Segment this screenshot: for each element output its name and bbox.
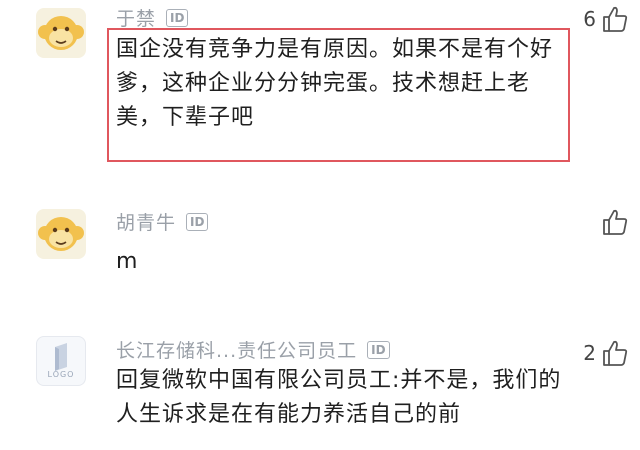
avatar[interactable]	[36, 8, 86, 58]
comment-item: LOGO 长江存储科...责任公司员工 ID 回复微软中国有限公司员工:并不是，…	[0, 318, 640, 450]
username[interactable]: 于禁	[116, 4, 156, 31]
like-button[interactable]: 2	[583, 338, 630, 368]
avatar-label: LOGO	[47, 370, 75, 379]
comment-text: 国企没有竞争力是有原因。如果不是有个好爹，这种企业分分钟完蛋。技术想赶上老美，下…	[116, 37, 554, 130]
username[interactable]: 胡青牛	[116, 208, 176, 235]
thumbs-up-icon	[603, 340, 628, 366]
thumbs-up-icon	[603, 6, 628, 32]
like-count: 2	[583, 341, 596, 365]
like-button[interactable]	[596, 207, 630, 237]
like-button[interactable]: 6	[583, 4, 630, 34]
monkey-icon	[36, 209, 86, 259]
id-badge: ID	[367, 340, 390, 359]
comment-text: 回复微软中国有限公司员工:并不是，我们的人生诉求是在有能力养活自己的前	[116, 368, 562, 427]
monkey-icon	[36, 8, 86, 58]
like-count: 6	[583, 7, 596, 31]
thumbs-up-icon	[603, 209, 628, 235]
id-badge: ID	[166, 8, 189, 27]
comment-item: 于禁 ID 国企没有竞争力是有原因。如果不是有个好爹，这种企业分分钟完蛋。技术想…	[0, 0, 640, 190]
comment-text: m	[116, 249, 139, 274]
avatar[interactable]: LOGO	[36, 336, 86, 386]
username[interactable]: 长江存储科...责任公司员工	[116, 336, 357, 363]
comment-item: 胡青牛 ID m	[0, 195, 640, 305]
avatar[interactable]	[36, 209, 86, 259]
id-badge: ID	[186, 212, 209, 231]
